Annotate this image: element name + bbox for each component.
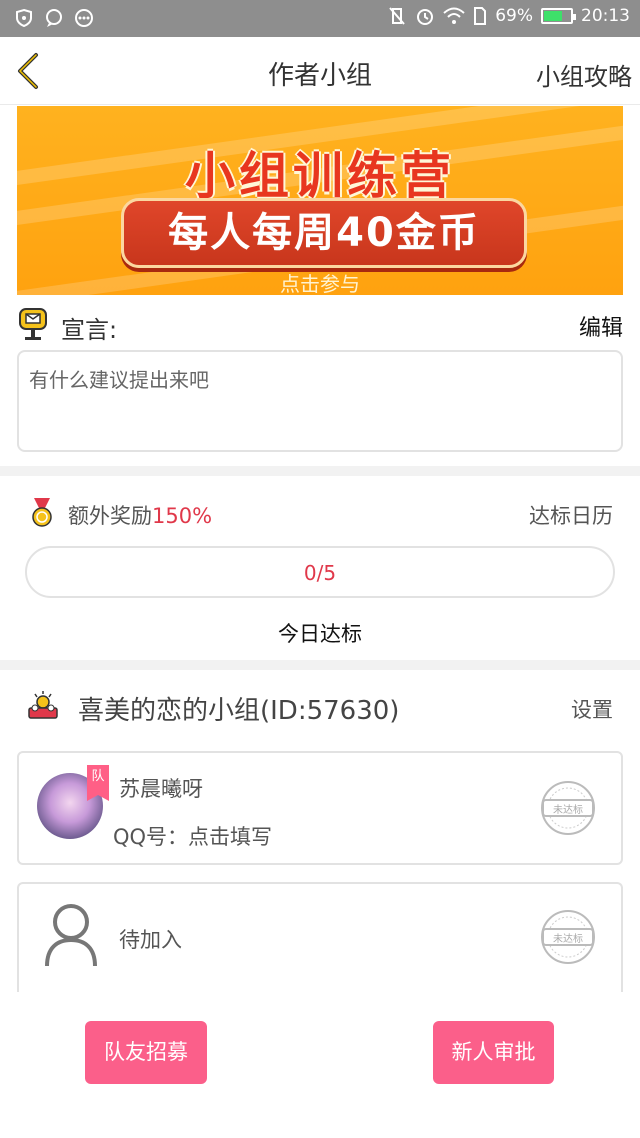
battery-icon [541,8,576,24]
shield-icon [16,8,32,28]
group-guide-link[interactable]: 小组攻略 [536,57,632,92]
more-dots-icon [75,9,93,27]
vibrate-off-icon [389,7,405,25]
not-achieved-stamp: 未达标 [539,779,597,837]
wifi-icon [443,7,465,24]
medal-icon [32,498,52,527]
battery-percent: 69% [495,6,533,26]
declaration-header: 宣言: 编辑 [17,306,623,346]
battery-fill [544,11,562,21]
clock: 20:13 [581,6,630,26]
declaration-text[interactable]: 有什么建议提出来吧 [17,350,623,452]
section-divider [0,660,640,670]
banner-cta[interactable]: 点击参与 [17,268,623,295]
status-bar: 69% 20:13 [0,0,640,37]
user-placeholder-icon [45,904,97,967]
progress-text: 0/5 [303,561,337,585]
member-name: 苏晨曦呀 [119,777,203,801]
nav-bar: 作者小组 小组攻略 [0,37,640,105]
section-divider [0,466,640,476]
training-camp-banner[interactable]: 小组训练营 每人每周40金币 点击参与 [17,106,623,295]
chat-icon [46,9,62,27]
stamp-text: 未达标 [553,934,583,945]
approve-newcomers-button[interactable]: 新人审批 [433,1021,554,1084]
extra-reward-percent: 150% [152,504,213,528]
pending-join-label: 待加入 [119,928,182,952]
daily-progress-bar: 0/5 [25,546,615,598]
edit-button[interactable]: 编辑 [579,310,623,342]
not-achieved-stamp: 未达标 [539,908,597,966]
banner-subtitle: 每人每周40金币 [168,210,480,256]
group-settings-link[interactable]: 设置 [571,694,613,724]
extra-reward-label: 额外奖励150% [68,500,212,530]
status-right: 69% 20:13 [387,6,630,26]
member-card[interactable]: 待加入 未达标 [17,882,623,992]
member-qq-field[interactable]: QQ号：点击填写 [113,821,272,851]
declaration-label: 宣言: [61,316,118,344]
status-left-icons [14,8,94,28]
sim-icon [474,7,487,25]
extra-reward-text: 额外奖励 [68,504,152,528]
alarm-icon [417,9,434,25]
member-card[interactable]: 队 苏晨曦呀 QQ号：点击填写 未达标 [17,751,623,865]
stamp-text: 未达标 [553,805,583,816]
banner-reward-pill: 每人每周40金币 [121,198,527,268]
recruit-teammates-button[interactable]: 队友招募 [85,1021,207,1084]
group-icon [28,691,58,719]
team-badge: 队 [87,765,109,801]
mailbox-icon [19,308,47,340]
group-title: 喜美的恋的小组(ID:57630) [78,696,400,726]
calendar-link[interactable]: 达标日历 [529,500,613,530]
today-goal-label: 今日达标 [278,622,362,646]
